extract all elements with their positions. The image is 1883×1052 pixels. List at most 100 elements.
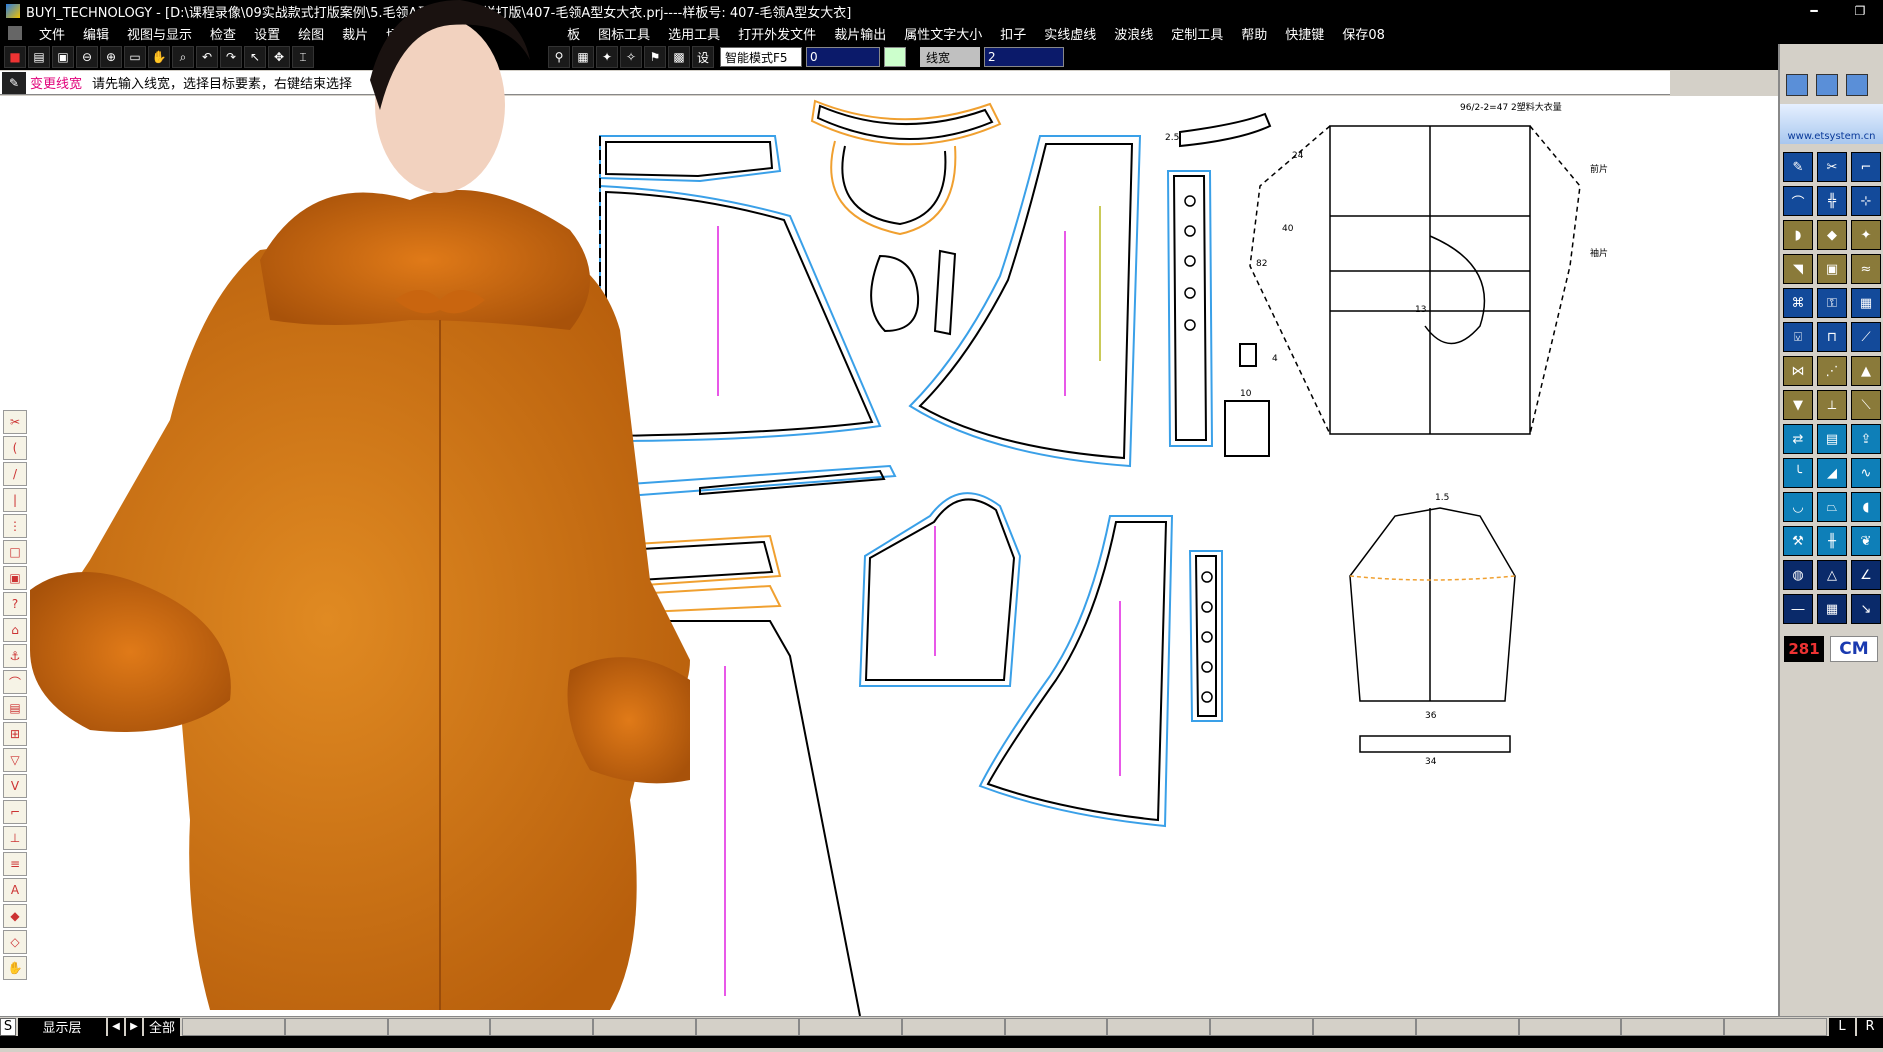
mode-select[interactable]: 智能模式F5 <box>720 47 802 67</box>
fold-icon[interactable]: ⋈ <box>1783 356 1813 386</box>
layer-cell[interactable] <box>1004 1017 1108 1036</box>
angle-icon[interactable]: ∠ <box>1851 560 1881 590</box>
menu-solid-dashed[interactable]: 实线虚线 <box>1035 24 1105 43</box>
layer-cell[interactable] <box>1724 1017 1827 1036</box>
all-layers-button[interactable]: 全部 <box>144 1017 180 1036</box>
bend-icon[interactable]: ╰ <box>1783 458 1813 488</box>
layer-cell[interactable] <box>593 1017 697 1036</box>
export-icon[interactable]: ⇪ <box>1851 424 1881 454</box>
rect2-icon[interactable]: ▣ <box>3 566 27 590</box>
layer-cell[interactable] <box>387 1017 491 1036</box>
zoom-window-icon[interactable]: ⌕ <box>172 46 194 68</box>
leaf-icon[interactable]: ❦ <box>1851 526 1881 556</box>
plot-icon[interactable]: ⚑ <box>644 46 666 68</box>
layer-cell[interactable] <box>1210 1017 1313 1036</box>
hand-icon[interactable]: ✋ <box>3 956 27 980</box>
display-layer-button[interactable]: 显示层 <box>18 1017 106 1036</box>
menu-draw[interactable]: 绘图 <box>289 24 333 43</box>
curve-tool-icon[interactable] <box>1816 74 1838 96</box>
ruler-icon[interactable]: ⟂ <box>1817 390 1847 420</box>
stair-icon[interactable]: ⌐ <box>3 800 27 824</box>
monitor-icon[interactable] <box>1786 74 1808 96</box>
curve-icon[interactable]: ( <box>3 436 27 460</box>
move-icon[interactable]: ✥ <box>268 46 290 68</box>
layer-cell[interactable] <box>182 1017 285 1036</box>
key-icon[interactable]: ⚿ <box>1817 288 1847 318</box>
wave-icon[interactable]: ∿ <box>1851 458 1881 488</box>
status-s[interactable]: S <box>0 1017 16 1036</box>
grade-icon[interactable]: ⊞ <box>3 722 27 746</box>
shirt-icon[interactable]: ⍌ <box>1783 322 1813 352</box>
grid2-icon[interactable]: ▦ <box>1851 288 1881 318</box>
hip-icon[interactable]: ◢ <box>1817 458 1847 488</box>
tag-icon[interactable]: ▣ <box>1817 254 1847 284</box>
layer-cell[interactable] <box>696 1017 799 1036</box>
compass-icon[interactable]: ⊹ <box>1851 186 1881 216</box>
curve-icon[interactable]: ⌒ <box>1783 186 1813 216</box>
menu-custom-tools[interactable]: 定制工具 <box>1162 24 1232 43</box>
sleeve-icon[interactable]: ⟋ <box>1851 322 1881 352</box>
drawing-canvas[interactable]: 96/2-2=47 2塑料大衣量 24 40 82 13 36 34 10 4 … <box>0 96 1778 1016</box>
text-icon[interactable]: A <box>3 878 27 902</box>
menu-file[interactable]: 文件 <box>30 24 74 43</box>
mirror-icon[interactable]: ⇄ <box>1783 424 1813 454</box>
grid3-icon[interactable]: ▦ <box>1817 594 1847 624</box>
pan-icon[interactable]: ✋ <box>148 46 170 68</box>
menu-save08[interactable]: 保存08 <box>1333 24 1394 43</box>
layer-cell[interactable] <box>284 1017 388 1036</box>
triangle-icon[interactable]: △ <box>1817 560 1847 590</box>
measure-icon[interactable]: ⊥ <box>3 826 27 850</box>
new-file-icon[interactable]: ■ <box>4 46 26 68</box>
menu-icon-tools[interactable]: 图标工具 <box>589 24 659 43</box>
menu-view[interactable]: 视图与显示 <box>118 24 201 43</box>
zoom-in-icon[interactable]: ⊕ <box>100 46 122 68</box>
layer-cell[interactable] <box>1415 1017 1519 1036</box>
value-input[interactable]: 0 <box>806 47 880 67</box>
unit-toggle[interactable]: CM <box>1830 636 1878 662</box>
pants-icon[interactable]: ⊓ <box>1817 322 1847 352</box>
restore-button[interactable]: ❐ <box>1837 4 1883 18</box>
menu-board[interactable]: 板 <box>558 24 589 43</box>
needle-icon[interactable]: ▼ <box>1783 390 1813 420</box>
zoom-fit-icon[interactable]: ▭ <box>124 46 146 68</box>
anchor-icon[interactable]: ⚓ <box>3 644 27 668</box>
open-file-icon[interactable]: ▤ <box>28 46 50 68</box>
tools-icon[interactable] <box>1846 74 1868 96</box>
split-icon[interactable]: ⋮ <box>3 514 27 538</box>
line-icon[interactable]: / <box>3 462 27 486</box>
menu-piece-output[interactable]: 裁片输出 <box>825 24 895 43</box>
cup-icon[interactable]: ◡ <box>1783 492 1813 522</box>
drape-icon[interactable]: ◗ <box>1783 220 1813 250</box>
menu-edit[interactable]: 编辑 <box>74 24 118 43</box>
menu-open-external[interactable]: 打开外发文件 <box>729 24 825 43</box>
menu-settings[interactable]: 设置 <box>245 24 289 43</box>
globe-icon[interactable]: ◍ <box>1783 560 1813 590</box>
layer-cell[interactable] <box>1312 1017 1416 1036</box>
layer-cell[interactable] <box>901 1017 1005 1036</box>
ruler-icon[interactable]: | <box>3 488 27 512</box>
left-button[interactable]: L <box>1829 1017 1855 1036</box>
layer-prev-icon[interactable]: ◀ <box>108 1017 124 1036</box>
grid-icon[interactable]: ▩ <box>668 46 690 68</box>
align-icon[interactable]: ⌶ <box>292 46 314 68</box>
drill-icon[interactable]: ▽ <box>3 748 27 772</box>
arrow-icon[interactable]: ↘ <box>1851 594 1881 624</box>
grid-icon[interactable]: ╬ <box>1817 186 1847 216</box>
layer-cell[interactable] <box>798 1017 902 1036</box>
puzzle-icon[interactable]: ✦ <box>596 46 618 68</box>
menu-select-tools[interactable]: 选用工具 <box>659 24 729 43</box>
menu-wave-line[interactable]: 波浪线 <box>1105 24 1162 43</box>
sew-icon[interactable]: ⌘ <box>1783 288 1813 318</box>
split-icon[interactable]: ╫ <box>1817 526 1847 556</box>
skirt-icon[interactable]: ⏢ <box>1817 492 1847 522</box>
water-icon[interactable]: ◇ <box>3 930 27 954</box>
seam-icon[interactable]: ⋰ <box>1817 356 1847 386</box>
menu-check[interactable]: 检查 <box>201 24 245 43</box>
knife-icon[interactable]: ✂ <box>3 410 27 434</box>
menu-shortcuts[interactable]: 快捷键 <box>1276 24 1333 43</box>
tool-icon[interactable]: ⚒ <box>1783 526 1813 556</box>
undo-icon[interactable]: ↶ <box>196 46 218 68</box>
stitch-icon[interactable]: ≈ <box>1851 254 1881 284</box>
fold-icon[interactable]: ⌂ <box>3 618 27 642</box>
layer-cell[interactable] <box>1107 1017 1211 1036</box>
